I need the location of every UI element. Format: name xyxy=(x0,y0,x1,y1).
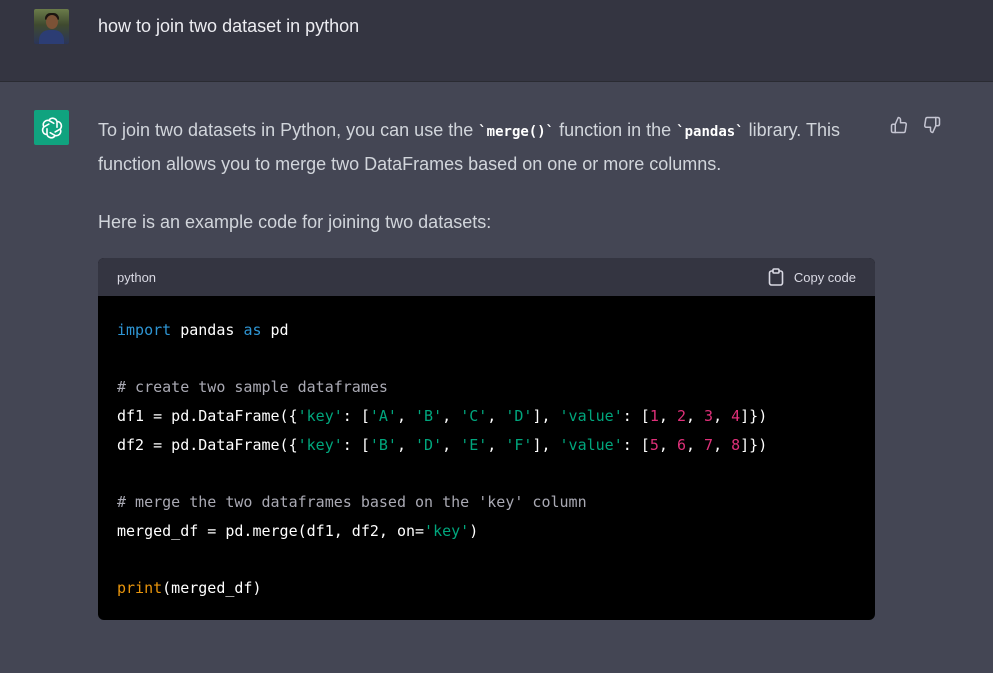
code-token: , xyxy=(685,435,705,454)
code-token: , xyxy=(713,435,732,454)
string-token: 'D' xyxy=(415,435,443,454)
string-token: 'value' xyxy=(559,407,623,426)
string-token: 'key' xyxy=(297,407,343,426)
keyword-token: as xyxy=(243,321,262,339)
code-token: ]}) xyxy=(740,435,768,454)
code-body: import pandas as pd # create two sample … xyxy=(98,296,875,620)
thumbs-up-button[interactable] xyxy=(888,114,910,136)
thumbs-down-button[interactable] xyxy=(921,114,943,136)
user-message-text: how to join two dataset in python xyxy=(98,16,360,36)
code-token: ], xyxy=(532,407,560,426)
clipboard-icon xyxy=(768,268,784,286)
code-token: pandas xyxy=(171,321,244,339)
code-line-merge: merged_df = pd.merge(df1, df2, on='key') xyxy=(117,517,856,546)
code-token: , xyxy=(487,435,506,454)
number-token: 8 xyxy=(731,435,741,454)
number-token: 2 xyxy=(676,407,686,426)
code-line-1: import pandas as pd xyxy=(117,316,856,345)
code-line-df1: df1 = pd.DataFrame({'key': ['A', 'B', 'C… xyxy=(117,402,856,431)
code-token: : [ xyxy=(622,407,650,426)
code-comment-2: # merge the two dataframes based on the … xyxy=(117,493,587,512)
string-token: 'D' xyxy=(505,407,533,426)
number-token: 6 xyxy=(676,435,686,454)
code-token: , xyxy=(713,407,732,426)
code-token: (merged_df) xyxy=(162,579,262,598)
assistant-paragraph-2: Here is an example code for joining two … xyxy=(98,212,492,232)
code-comment-1: # create two sample dataframes xyxy=(117,378,388,397)
code-token: , xyxy=(396,435,416,454)
openai-logo-icon xyxy=(34,110,69,145)
copy-code-button[interactable]: Copy code xyxy=(768,268,856,286)
string-token: 'C' xyxy=(460,407,488,426)
builtin-token: print xyxy=(117,579,163,598)
copy-code-label: Copy code xyxy=(793,269,856,285)
thumbs-down-icon xyxy=(924,116,941,134)
code-token: , xyxy=(396,407,416,426)
code-token: , xyxy=(442,435,461,454)
code-token: : [ xyxy=(622,435,650,454)
inline-code-pandas: `pandas` xyxy=(676,124,744,140)
string-token: 'value' xyxy=(559,435,623,454)
string-token: 'F' xyxy=(505,435,533,454)
code-language-label: python xyxy=(117,269,157,285)
code-token: , xyxy=(442,407,461,426)
code-token: df1 = pd.DataFrame({ xyxy=(117,407,298,426)
code-token: ]}) xyxy=(740,407,768,426)
code-token: pd xyxy=(261,321,289,339)
text-segment: function in the xyxy=(554,120,677,140)
code-token: : [ xyxy=(342,407,370,426)
code-token: , xyxy=(658,407,677,426)
code-token: ) xyxy=(469,521,479,540)
code-block: python Copy code import pandas as pd # c… xyxy=(98,258,875,620)
string-token: 'key' xyxy=(424,521,470,540)
string-token: 'B' xyxy=(415,407,443,426)
number-token: 1 xyxy=(649,407,659,426)
text-segment: To join two datasets in Python, you can … xyxy=(98,120,479,140)
code-token: , xyxy=(685,407,705,426)
string-token: 'A' xyxy=(369,407,397,426)
keyword-token: import xyxy=(117,321,172,339)
number-token: 3 xyxy=(704,407,714,426)
string-token: 'E' xyxy=(460,435,488,454)
number-token: 4 xyxy=(731,407,741,426)
code-token: ], xyxy=(532,435,560,454)
user-message-row: how to join two dataset in python xyxy=(0,0,993,82)
number-token: 5 xyxy=(649,435,659,454)
user-avatar xyxy=(34,9,69,44)
code-line-print: print(merged_df) xyxy=(117,574,856,603)
assistant-message: To join two datasets in Python, you can … xyxy=(98,114,868,238)
code-header: python Copy code xyxy=(98,258,875,296)
code-token: df2 = pd.DataFrame({ xyxy=(117,435,298,454)
code-token: merged_df = pd.merge(df1, df2, on= xyxy=(117,521,425,540)
assistant-paragraph-1: To join two datasets in Python, you can … xyxy=(98,114,868,180)
string-token: 'B' xyxy=(369,435,397,454)
thumbs-up-icon xyxy=(890,116,907,134)
code-line-df2: df2 = pd.DataFrame({'key': ['B', 'D', 'E… xyxy=(117,431,856,460)
code-token: , xyxy=(487,407,506,426)
number-token: 7 xyxy=(704,435,714,454)
code-token: , xyxy=(658,435,677,454)
code-token: : [ xyxy=(342,435,370,454)
inline-code-merge: `merge()` xyxy=(478,124,555,140)
string-token: 'key' xyxy=(297,435,343,454)
